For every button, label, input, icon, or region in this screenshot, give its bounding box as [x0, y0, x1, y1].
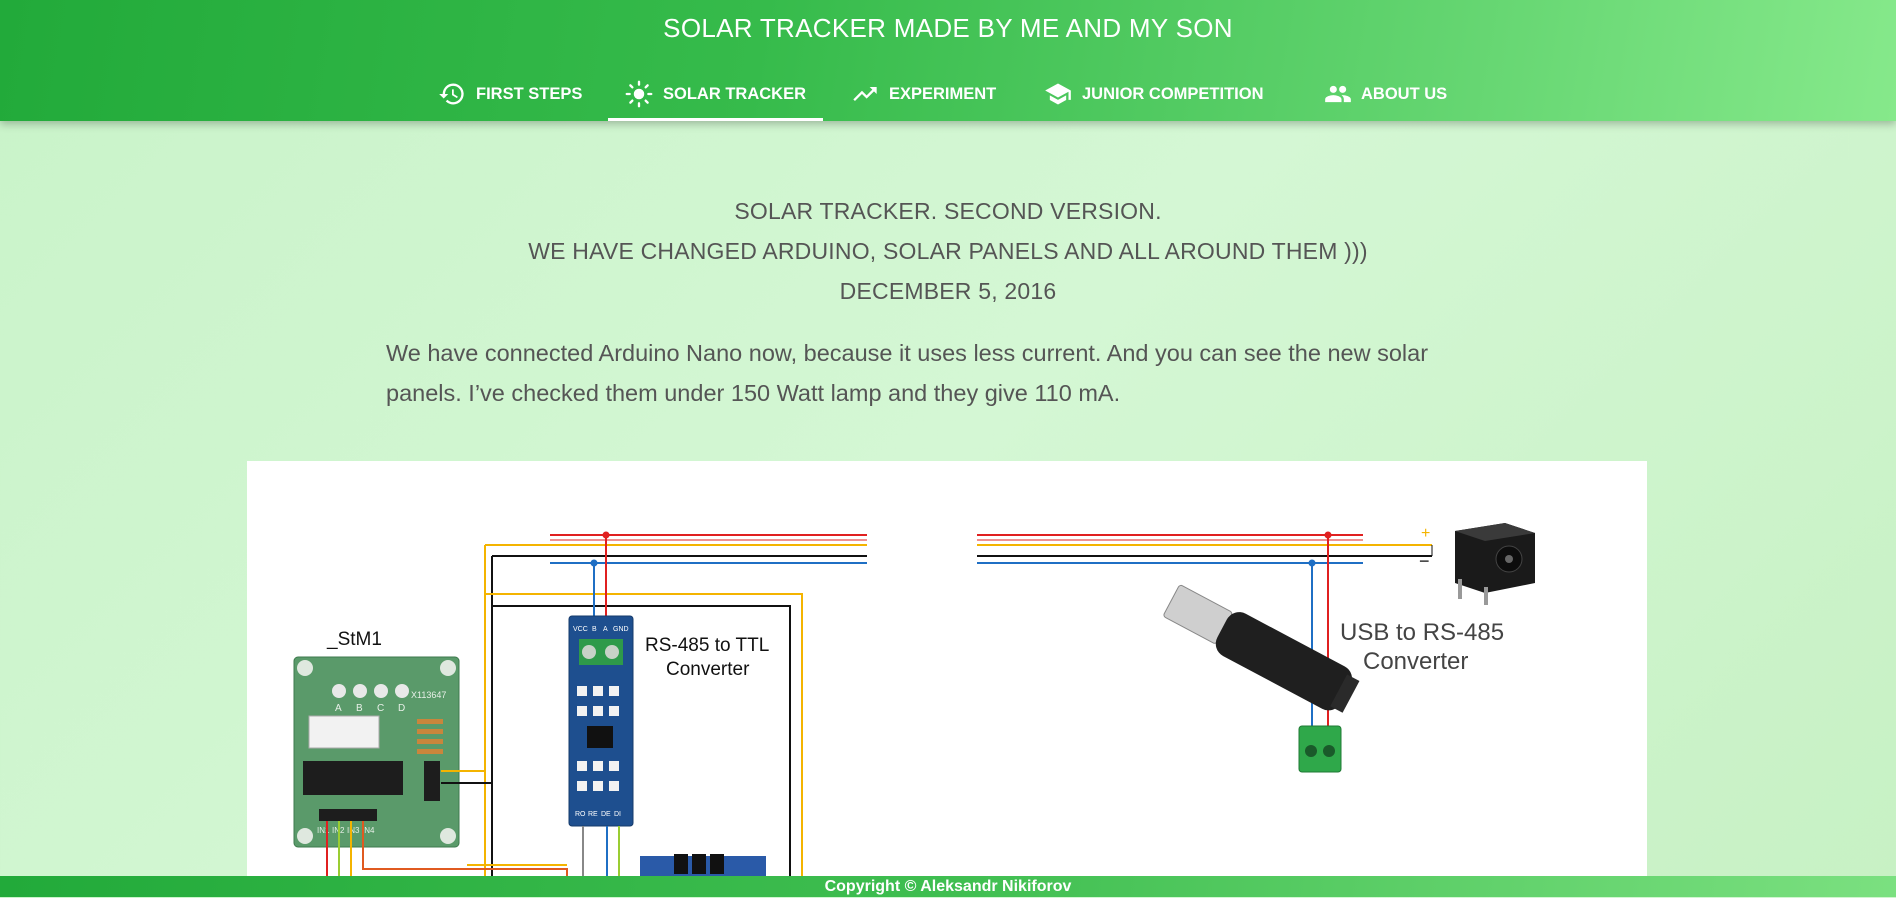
svg-text:Converter: Converter	[666, 659, 750, 680]
history-icon	[438, 80, 466, 108]
tab-label: EXPERIMENT	[889, 84, 997, 103]
tab-junior-competition[interactable]: JUNIOR COMPETITION	[1044, 67, 1264, 121]
svg-text:−: −	[1419, 551, 1430, 571]
usb-converter-label: USB to RS-485	[1340, 619, 1504, 646]
usb-rs485-dongle: USB to RS-485 Converter	[1163, 584, 1504, 773]
svg-text:RO: RO	[575, 811, 586, 818]
svg-text:VCC: VCC	[573, 626, 588, 633]
svg-text:GND: GND	[613, 626, 629, 633]
svg-text:C: C	[377, 703, 384, 714]
graduation-cap-icon	[1044, 80, 1072, 108]
main-nav: FIRST STEPS SOLAR TRACKER EXPERIMENT JUN…	[0, 67, 1896, 121]
svg-text:B: B	[592, 626, 597, 633]
post-title: SOLAR TRACKER. SECOND VERSION.	[734, 198, 1162, 224]
post-date: DECEMBER 5, 2016	[839, 278, 1057, 304]
tab-experiment[interactable]: EXPERIMENT	[851, 67, 996, 121]
svg-text:Converter: Converter	[1363, 648, 1468, 675]
svg-text:A: A	[335, 703, 342, 714]
tab-first-steps[interactable]: FIRST STEPS	[438, 67, 582, 121]
footer-copyright: Copyright © Aleksandr Nikiforov	[0, 876, 1896, 897]
tab-label: SOLAR TRACKER	[663, 84, 806, 103]
stepper-label: _StM1	[326, 629, 382, 650]
sun-icon	[625, 80, 653, 108]
svg-text:DE: DE	[601, 811, 611, 818]
site-title: SOLAR TRACKER MADE BY ME AND MY SON	[663, 13, 1233, 43]
svg-text:A: A	[603, 626, 608, 633]
svg-text:B: B	[356, 703, 363, 714]
svg-text:+: +	[1421, 525, 1430, 542]
svg-text:D: D	[398, 703, 405, 714]
dc-power-jack: + −	[1419, 523, 1535, 605]
svg-text:RE: RE	[588, 811, 598, 818]
post-subtitle: WE HAVE CHANGED ARDUINO, SOLAR PANELS AN…	[528, 238, 1368, 264]
tab-label: ABOUT US	[1361, 84, 1448, 103]
tab-label: JUNIOR COMPETITION	[1082, 84, 1264, 103]
tab-solar-tracker[interactable]: SOLAR TRACKER	[608, 67, 823, 121]
people-icon	[1323, 80, 1351, 108]
tab-label: FIRST STEPS	[476, 84, 583, 103]
rs485-ttl-module: VCC B A GND RO RE DE DI RS-485 to TTL Co…	[568, 615, 769, 881]
trending-up-icon	[851, 80, 879, 108]
tab-about-us[interactable]: ABOUT US	[1323, 67, 1447, 121]
svg-text:X113647: X113647	[411, 690, 446, 700]
stepper-driver-board: _StM1 A B C D X113647 IN1 IN2	[293, 629, 568, 881]
top-app-bar: SOLAR TRACKER MADE BY ME AND MY SON FIRS…	[0, 0, 1896, 121]
svg-text:DI: DI	[614, 811, 621, 818]
svg-text:IN3: IN3	[347, 826, 360, 835]
svg-text:IN1: IN1	[317, 826, 330, 835]
wiring-diagram: _StM1 A B C D X113647 IN1 IN2	[247, 461, 1647, 881]
rs485-ttl-label: RS-485 to TTL	[645, 635, 769, 656]
post-paragraph: We have connected Arduino Nano now, beca…	[386, 340, 1429, 406]
